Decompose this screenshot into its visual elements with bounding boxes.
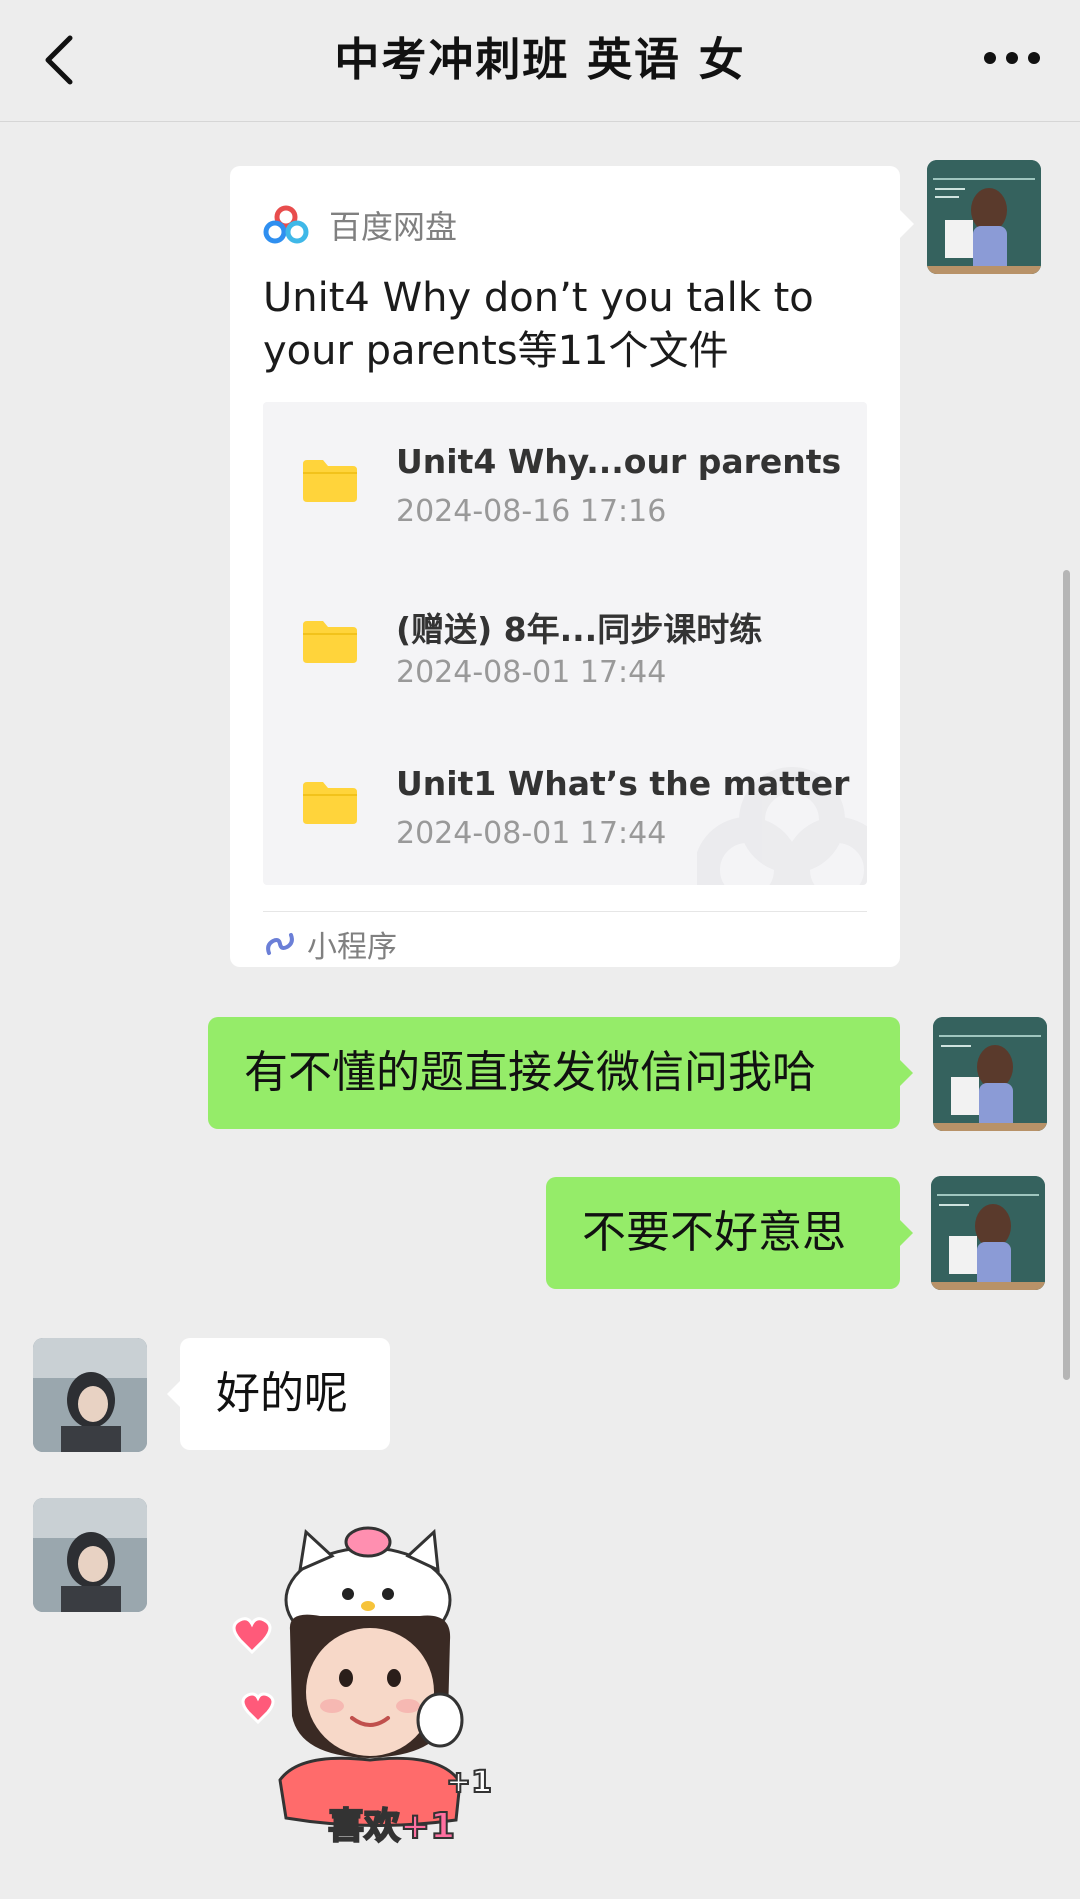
message-bubble-sent[interactable]: 有不懂的题直接发微信问我哈 [208,1017,900,1129]
message-bubble-sent[interactable]: 不要不好意思 [546,1177,900,1289]
source-app-name: 百度网盘 [329,208,458,246]
mini-program-icon [266,933,294,955]
list-item[interactable]: (赠送) 8年...同步课时练 2024-08-01 17:44 [263,563,867,690]
chat-header: 中考冲刺班 英语 女 [0,0,1080,122]
file-name: (赠送) 8年...同步课时练 [396,610,763,649]
shared-file-card[interactable]: 百度网盘 Unit4 Why don’t you talk to your pa… [230,166,900,967]
list-item[interactable]: Unit4 Why...our parents 2024-08-16 17:16 [263,402,867,529]
teacher-avatar[interactable] [931,1176,1045,1290]
card-tail [900,210,914,238]
message-bubble-received[interactable]: 好的呢 [180,1338,390,1450]
card-title: Unit4 Why don’t you talk to your parents… [263,275,814,374]
sticker-small-text: +1 [446,1765,492,1800]
file-list: Unit4 Why...our parents 2024-08-16 17:16… [263,402,867,885]
bubble-tail [900,1060,913,1086]
student-avatar[interactable] [33,1498,147,1612]
file-date: 2024-08-01 17:44 [396,816,667,851]
chat-title: 中考冲刺班 英语 女 [334,33,746,86]
scrollbar[interactable] [1063,570,1070,1380]
card-source: 百度网盘 [263,200,457,250]
list-item[interactable]: Unit1 What’s the matter 2024-08-01 17:44 [263,724,867,851]
sticker-big-text: 喜欢+1 [328,1806,455,1847]
teacher-avatar[interactable] [933,1017,1047,1131]
folder-icon [303,460,357,502]
folder-icon [303,782,357,824]
bubble-tail [900,1220,913,1246]
message-text: 有不懂的题直接发微信问我哈 [244,1047,816,1098]
ellipsis-icon[interactable] [984,52,1040,68]
baidu-netdisk-icon [263,205,309,244]
message-text: 不要不好意思 [582,1207,846,1258]
card-divider [263,911,867,912]
mini-program-label: 小程序 [263,921,397,967]
file-name: Unit1 What’s the matter [396,764,850,803]
file-date: 2024-08-01 17:44 [396,655,667,690]
file-name: Unit4 Why...our parents [396,442,842,481]
teacher-avatar[interactable] [927,160,1041,274]
student-avatar[interactable] [33,1338,147,1452]
sticker-image[interactable]: +1 喜欢+1 [220,1520,520,1850]
message-text: 好的呢 [216,1368,348,1419]
folder-icon [303,621,357,663]
bubble-tail [167,1381,180,1407]
file-date: 2024-08-16 17:16 [396,494,667,529]
